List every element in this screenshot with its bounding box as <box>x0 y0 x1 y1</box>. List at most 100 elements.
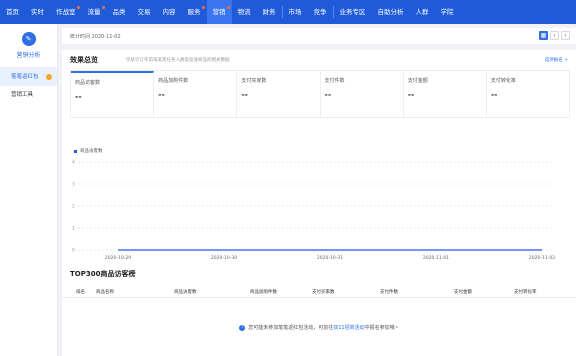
nav-item[interactable]: 流量 <box>82 0 107 24</box>
nav-item-label: 交易 <box>137 8 151 16</box>
metric-label: 支付件数 <box>324 78 345 84</box>
date-bar: 统计时间 2020-11-02 ▦ ‹ › <box>62 28 576 44</box>
metric-pay-items[interactable]: 支付件数 -- <box>321 71 404 117</box>
y-tick-label: 4 <box>72 160 75 166</box>
column-header: 排名 <box>76 289 85 295</box>
y-tick-label: 3 <box>72 182 75 188</box>
nav-item-label: 市场 <box>288 8 302 16</box>
metric-conversion[interactable]: 支付转化率 -- <box>487 71 569 117</box>
sidebar-item-red-packet[interactable]: 笔笔返红包 <box>0 68 57 86</box>
nav-item-label: 营销 <box>212 8 226 16</box>
chevron-right-icon[interactable]: › <box>561 31 570 40</box>
nav-item-label: 实时 <box>31 8 44 16</box>
nav-item[interactable]: 实时 <box>25 0 50 24</box>
metric-label: 支付转化率 <box>490 78 516 84</box>
status-dot-icon <box>46 74 52 80</box>
sidebar-item-label: 营销工具 <box>11 92 34 98</box>
notification-dot-icon <box>101 6 105 9</box>
nav-item[interactable]: 竞争 <box>308 0 333 24</box>
nav-item-label: 财务 <box>262 8 276 16</box>
info-icon: i <box>239 324 246 331</box>
sidebar-header: ✎ 营销分析 <box>0 24 57 68</box>
sidebar-item-label: 笔笔返红包 <box>11 74 39 80</box>
metric-value: -- <box>490 90 498 99</box>
nav-item[interactable]: 内容 <box>157 0 182 24</box>
empty-prefix: 您可能未参加笔笔返红包活动，可前往 <box>248 325 334 331</box>
x-tick-label: 2020-11-02 <box>529 255 555 261</box>
metric-label: 支付买家数 <box>241 78 267 84</box>
nav-item[interactable]: 交易 <box>132 0 157 24</box>
metric-label: 商品访客数 <box>75 80 101 86</box>
nav-item-label: 流量 <box>87 8 101 16</box>
column-header[interactable]: 商品访客数 <box>174 289 197 295</box>
metric-value: -- <box>407 90 415 99</box>
x-tick-label: 2020-10-29 <box>105 255 131 261</box>
nav-item[interactable]: 财务 <box>257 0 282 24</box>
nav-item-label: 学院 <box>440 8 454 16</box>
nav-item-label: 品类 <box>112 8 126 16</box>
metric-value: -- <box>324 90 332 99</box>
sidebar: ✎ 营销分析 笔笔返红包 营销工具 <box>0 24 58 356</box>
nav-item[interactable]: 营销 <box>206 0 232 24</box>
signup-link[interactable]: 选项报名 > <box>545 57 568 63</box>
metric-buyers[interactable]: 支付买家数 -- <box>237 71 321 117</box>
legend-label: 商品访客数 <box>80 149 103 154</box>
top-navigation: 首页 实时 作战室 流量 品类 交易 内容 服务 营销 物流 财务 市场 竞争 业务专区 自助分析 人群 学院 <box>0 0 576 24</box>
metric-value: -- <box>241 90 248 99</box>
metric-value: -- <box>158 90 165 99</box>
sidebar-title: 营销分析 <box>16 52 41 59</box>
nav-item-label: 人群 <box>415 8 429 16</box>
effect-subtitle: 仅统计订作前笔笔现任务人群及投放商品的相关数据 <box>126 58 230 63</box>
nav-item-label: 服务 <box>187 8 201 16</box>
metric-cart-items[interactable]: 商品加购件数 -- <box>154 71 238 117</box>
main-content: 统计时间 2020-11-02 ▦ ‹ › 效果总览 仅统计订作前笔笔现任务人群… <box>62 28 576 356</box>
marketing-analysis-icon: ✎ <box>21 32 36 46</box>
date-text: 统计时间 2020-11-02 <box>70 33 121 40</box>
nav-item[interactable]: 自助分析 <box>372 0 410 24</box>
metric-pay-amount[interactable]: 支付金额 -- <box>404 71 487 117</box>
nav-item[interactable]: 作战室 <box>50 0 82 24</box>
activity-link[interactable]: 双11招商活动 <box>333 325 364 331</box>
column-header[interactable]: 支付件数 <box>380 289 398 295</box>
nav-item[interactable]: 业务专区 <box>334 0 372 24</box>
effect-title: 效果总览 <box>70 56 98 64</box>
notification-dot-icon <box>201 6 205 9</box>
nav-item[interactable]: 首页 <box>0 0 25 24</box>
metrics-row: 商品访客数 -- 商品加购件数 -- 支付买家数 -- 支付件数 -- 支付金额… <box>70 70 570 118</box>
nav-item-label: 自助分析 <box>377 8 404 16</box>
nav-item-label: 作战室 <box>56 8 76 16</box>
metric-visitors[interactable]: 商品访客数 -- <box>71 71 155 117</box>
calendar-icon[interactable]: ▦ <box>539 31 548 40</box>
x-tick-label: 2020-10-30 <box>211 255 237 261</box>
column-header[interactable]: 支付买家数 <box>312 289 335 295</box>
chart-legend: 商品访客数 <box>74 148 103 154</box>
chevron-left-icon[interactable]: ‹ <box>550 31 559 40</box>
nav-item[interactable]: 市场 <box>283 0 308 24</box>
nav-item[interactable]: 服务 <box>182 0 207 24</box>
metric-label: 商品加购件数 <box>158 78 189 84</box>
metric-value: -- <box>75 92 82 101</box>
table-header: 排名 商品名称 商品访客数 商品加购件数 支付买家数 支付件数 支付金额 支付转化率 <box>62 286 576 298</box>
column-header[interactable]: 支付金额 <box>454 289 472 295</box>
top300-title: TOP300商品访客榜 <box>70 270 136 278</box>
sidebar-item-marketing-tools[interactable]: 营销工具 <box>0 86 57 104</box>
visitors-line-chart: 0 1 2 3 4 2020-10-29 2020-10-30 2020-10-31 2020-… <box>72 160 555 262</box>
empty-suffix: 中报名参加哦~ <box>364 325 399 331</box>
nav-item[interactable]: 品类 <box>107 0 132 24</box>
nav-item-label: 业务专区 <box>339 8 366 16</box>
top300-card: TOP300商品访客榜 排名 商品名称 商品访客数 商品加购件数 支付买家数 支付件数 支付… <box>62 264 576 356</box>
column-header[interactable]: 支付转化率 <box>514 289 537 295</box>
nav-item[interactable]: 人群 <box>410 0 435 24</box>
notification-dot-icon <box>76 6 80 9</box>
column-header: 商品名称 <box>96 289 114 295</box>
y-tick-label: 1 <box>72 226 75 232</box>
empty-message: i 您可能未参加笔笔返红包活动，可前往双11招商活动中报名参加哦~ <box>62 324 576 331</box>
notification-dot-icon <box>226 6 230 9</box>
effect-overview-card: 效果总览 仅统计订作前笔笔现任务人群及投放商品的相关数据 选项报名 > 商品访客… <box>62 50 576 282</box>
metric-label: 支付金额 <box>407 78 428 84</box>
nav-item-label: 物流 <box>237 8 251 16</box>
column-header[interactable]: 商品加购件数 <box>250 289 277 295</box>
nav-item[interactable]: 学院 <box>435 0 460 24</box>
x-tick-label: 2020-11-01 <box>423 255 449 261</box>
nav-item[interactable]: 物流 <box>232 0 257 24</box>
